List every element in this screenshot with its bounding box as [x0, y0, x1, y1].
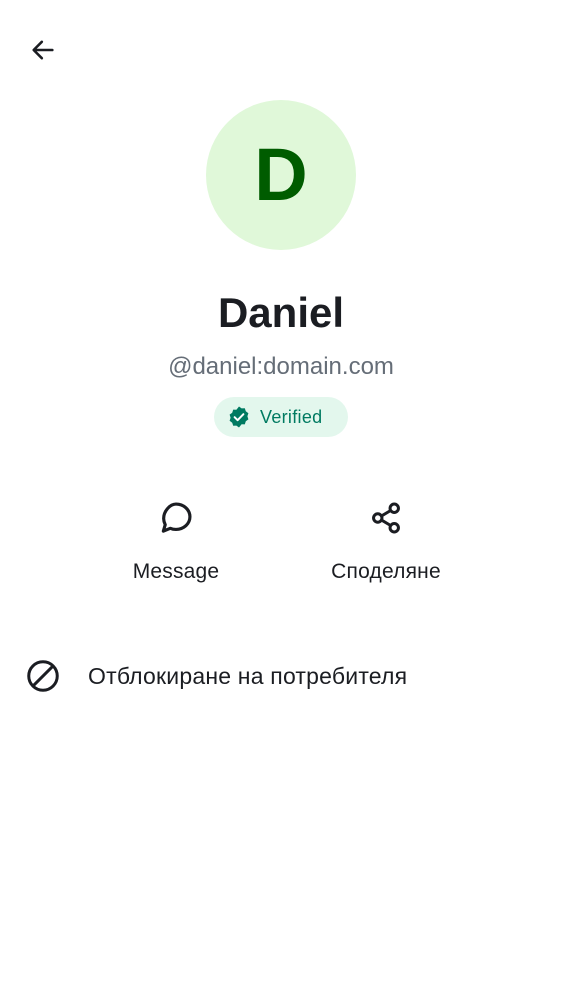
verified-badge: Verified: [214, 397, 348, 437]
display-name: Daniel: [217, 289, 345, 336]
share-icon: [366, 496, 406, 540]
verified-label: Verified: [260, 406, 323, 427]
block-icon: [24, 657, 62, 695]
back-button[interactable]: [22, 29, 64, 71]
message-button[interactable]: Message: [86, 496, 266, 596]
message-label: Message: [132, 560, 220, 583]
unblock-user-item[interactable]: Отблокиране на потребителя: [0, 646, 562, 706]
verified-shield-icon: [227, 405, 251, 429]
unblock-user-label: Отблокиране на потребителя: [88, 662, 408, 689]
arrow-left-icon: [32, 40, 54, 60]
share-button[interactable]: Споделяне: [296, 496, 476, 596]
chat-bubble-icon: [156, 496, 196, 540]
avatar-letter: D: [254, 133, 308, 216]
share-label: Споделяне: [331, 560, 441, 583]
user-id: @daniel:domain.com: [168, 353, 394, 380]
avatar: D: [206, 100, 356, 250]
